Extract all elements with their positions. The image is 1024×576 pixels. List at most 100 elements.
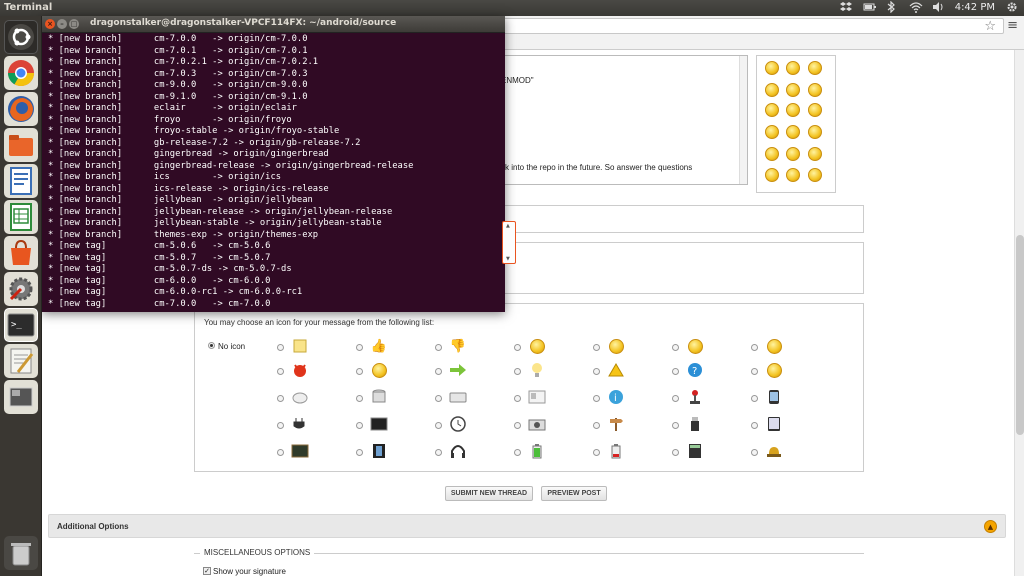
post-icon-radio-none[interactable] bbox=[208, 342, 215, 349]
post-icon-radio[interactable] bbox=[751, 368, 758, 375]
phone-icon bbox=[765, 388, 783, 406]
window-minimize-button[interactable]: – bbox=[57, 19, 67, 29]
post-icon-radio[interactable] bbox=[593, 344, 600, 351]
smilie-icon[interactable] bbox=[765, 83, 779, 97]
dropbox-icon[interactable] bbox=[839, 1, 852, 13]
joystick-icon bbox=[686, 388, 704, 406]
terminal-window[interactable]: × – □ dragonstalker@dragonstalker-VPCF11… bbox=[42, 16, 505, 312]
post-icon-radio[interactable] bbox=[514, 395, 521, 402]
window-maximize-button[interactable]: □ bbox=[69, 19, 79, 29]
smilie-icon[interactable] bbox=[808, 61, 822, 75]
smilie-icon[interactable] bbox=[786, 61, 800, 75]
terminal-line: * [new tag] cm-5.0.7 -> cm-5.0.7 bbox=[48, 252, 271, 263]
smilie-icon[interactable] bbox=[808, 83, 822, 97]
post-icon-radio[interactable] bbox=[514, 422, 521, 429]
post-icon-radio[interactable] bbox=[435, 368, 442, 375]
smilie-icon[interactable] bbox=[786, 83, 800, 97]
bluetooth-icon[interactable] bbox=[886, 0, 898, 14]
launcher-system-settings-icon[interactable] bbox=[4, 272, 38, 306]
smilie-icon[interactable] bbox=[765, 147, 779, 161]
post-icon-radio[interactable] bbox=[672, 422, 679, 429]
smilie-icon[interactable] bbox=[808, 147, 822, 161]
database-icon bbox=[370, 388, 388, 406]
additional-options-header[interactable]: Additional Options ▲ bbox=[48, 514, 1006, 538]
smilie-icon[interactable] bbox=[765, 168, 779, 182]
post-icon-radio[interactable] bbox=[514, 368, 521, 375]
post-icon-radio[interactable] bbox=[672, 449, 679, 456]
post-icon-radio[interactable] bbox=[277, 368, 284, 375]
launcher-workspace-switcher-icon[interactable] bbox=[4, 380, 38, 414]
submit-new-thread-button[interactable]: SUBMIT NEW THREAD bbox=[445, 486, 533, 501]
page-scrollbar[interactable] bbox=[1014, 50, 1024, 576]
post-icon-radio[interactable] bbox=[593, 422, 600, 429]
post-icon-radio[interactable] bbox=[435, 395, 442, 402]
terminal-line: * [new branch] jellybean-release -> orig… bbox=[48, 206, 393, 217]
post-icon-radio[interactable] bbox=[435, 449, 442, 456]
smilie-icon[interactable] bbox=[786, 125, 800, 139]
launcher-software-center-icon[interactable] bbox=[4, 236, 38, 270]
post-icon-radio[interactable] bbox=[277, 395, 284, 402]
post-icon-radio[interactable] bbox=[435, 422, 442, 429]
launcher-terminal-icon[interactable]: >_ bbox=[4, 308, 38, 342]
launcher-calc-icon[interactable] bbox=[4, 200, 38, 234]
post-icon-radio[interactable] bbox=[593, 395, 600, 402]
launcher-trash-icon[interactable] bbox=[4, 536, 38, 570]
battery-icon[interactable] bbox=[863, 1, 876, 13]
post-icon-radio[interactable] bbox=[514, 344, 521, 351]
window-close-button[interactable]: × bbox=[45, 19, 55, 29]
terminal-line: * [new branch] cm-7.0.3 -> origin/cm-7.0… bbox=[48, 68, 308, 79]
launcher-text-editor-icon[interactable] bbox=[4, 344, 38, 378]
launcher-ubuntu-logo-icon[interactable] bbox=[4, 20, 38, 54]
post-icon-radio[interactable] bbox=[356, 449, 363, 456]
launcher-writer-icon[interactable] bbox=[4, 164, 38, 198]
post-icon-radio[interactable] bbox=[672, 368, 679, 375]
post-icon-radio[interactable] bbox=[514, 449, 521, 456]
editor-scrollbar[interactable] bbox=[739, 56, 747, 184]
launcher-chrome-icon[interactable] bbox=[4, 56, 38, 90]
post-icon-radio[interactable] bbox=[593, 449, 600, 456]
launcher-files-icon[interactable] bbox=[4, 128, 38, 162]
post-icon-radio[interactable] bbox=[277, 344, 284, 351]
post-icon-radio[interactable] bbox=[435, 344, 442, 351]
smilie-icon[interactable] bbox=[786, 168, 800, 182]
post-icon-radio[interactable] bbox=[672, 344, 679, 351]
post-icon-radio[interactable] bbox=[751, 395, 758, 402]
terminal-scroll-handle[interactable]: ▲ ▼ bbox=[502, 221, 516, 264]
smilie-icon[interactable] bbox=[765, 103, 779, 117]
smilie-icon[interactable] bbox=[765, 125, 779, 139]
post-icon-radio[interactable] bbox=[356, 422, 363, 429]
post-icon-radio[interactable] bbox=[751, 422, 758, 429]
preview-post-button[interactable]: PREVIEW POST bbox=[541, 486, 607, 501]
terminal-line: * [new branch] cm-9.1.0 -> origin/cm-9.1… bbox=[48, 91, 308, 102]
scroll-up-arrow-icon[interactable]: ▲ bbox=[506, 223, 510, 229]
terminal-titlebar[interactable]: × – □ dragonstalker@dragonstalker-VPCF11… bbox=[42, 16, 505, 33]
browser-menu-icon[interactable]: ≡ bbox=[1007, 18, 1018, 33]
url-bar[interactable] bbox=[462, 18, 1004, 34]
volume-icon[interactable] bbox=[932, 1, 944, 13]
launcher-firefox-icon[interactable] bbox=[4, 92, 38, 126]
post-icon-radio[interactable] bbox=[593, 368, 600, 375]
post-icon-radio[interactable] bbox=[356, 344, 363, 351]
post-icon-radio[interactable] bbox=[751, 344, 758, 351]
collapse-toggle-icon[interactable]: ▲ bbox=[984, 520, 997, 533]
post-icon-radio[interactable] bbox=[751, 449, 758, 456]
smilie-icon[interactable] bbox=[786, 103, 800, 117]
smilie-icon[interactable] bbox=[808, 125, 822, 139]
post-icon-radio[interactable] bbox=[356, 368, 363, 375]
show-signature-checkbox[interactable]: ✓ bbox=[203, 567, 211, 575]
smilie-icon[interactable] bbox=[808, 168, 822, 182]
post-icon-radio[interactable] bbox=[356, 395, 363, 402]
post-icon-radio[interactable] bbox=[277, 422, 284, 429]
wifi-icon[interactable] bbox=[909, 1, 923, 13]
bookmark-star-icon[interactable]: ☆ bbox=[984, 19, 996, 34]
clock[interactable]: 4:42 PM bbox=[955, 2, 995, 13]
smilie-icon[interactable] bbox=[808, 103, 822, 117]
message-editor[interactable]: ENMOD" ck into the repo in the future. S… bbox=[500, 55, 748, 185]
smilie-icon[interactable] bbox=[786, 147, 800, 161]
gear-icon[interactable] bbox=[1006, 1, 1018, 13]
scrollbar-thumb[interactable] bbox=[1016, 235, 1024, 435]
post-icon-radio[interactable] bbox=[277, 449, 284, 456]
scroll-down-arrow-icon[interactable]: ▼ bbox=[506, 256, 510, 262]
post-icon-radio[interactable] bbox=[672, 395, 679, 402]
smilie-icon[interactable] bbox=[765, 61, 779, 75]
